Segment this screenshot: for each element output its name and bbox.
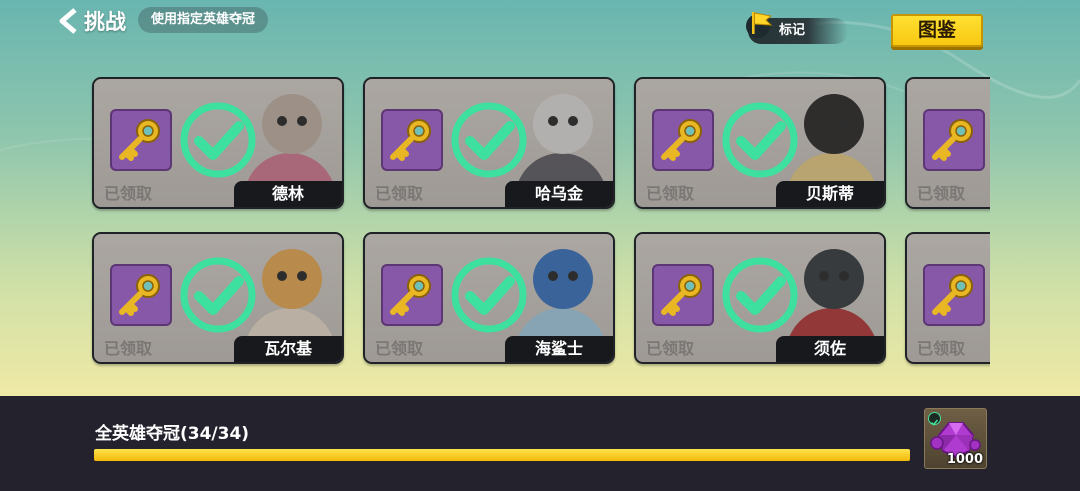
key-reward-icon [652,109,714,171]
key-reward-icon [923,264,985,326]
challenge-card[interactable]: 已领取 瓦尔基 [92,232,344,364]
challenge-card[interactable]: 已领取 [905,232,990,364]
challenge-card[interactable]: 已领取 哈乌金 [363,77,615,209]
hero-name: 须佐 [776,336,884,362]
key-reward-icon [110,264,172,326]
claimed-label: 已领取 [646,184,695,203]
claimed-label: 已领取 [375,184,424,203]
key-reward-icon [381,109,443,171]
challenge-card[interactable]: 已领取 贝斯蒂 [634,77,886,209]
reward-item[interactable]: 1000 [924,408,987,469]
hero-name: 瓦尔基 [234,336,342,362]
claimed-label: 已领取 [104,184,153,203]
challenge-card[interactable]: 已领取 须佐 [634,232,886,364]
claimed-label: 已领取 [375,339,424,358]
completed-check-icon [722,102,798,178]
claimed-label: 已领取 [104,339,153,358]
reward-quantity: 1000 [946,452,983,467]
key-reward-icon [110,109,172,171]
key-reward-icon [381,264,443,326]
goal-progress-bar [94,449,910,461]
challenge-grid: 已领取 德林 已领取 哈乌金 已领取 贝斯蒂 已领取 已领取 瓦尔基 已领取 海… [0,0,990,395]
claimed-label: 已领取 [917,184,966,203]
key-reward-icon [923,109,985,171]
challenge-card[interactable]: 已领取 海鲨士 [363,232,615,364]
completed-check-icon [180,257,256,333]
completed-check-icon [451,257,527,333]
hero-name: 德林 [234,181,342,207]
claimed-label: 已领取 [917,339,966,358]
hero-name: 哈乌金 [505,181,613,207]
completed-check-icon [180,102,256,178]
goal-label: 全英雄夺冠(34/34) [95,424,250,444]
goal-progress-fill [94,449,910,461]
goal-panel: 全英雄夺冠(34/34) 1000 [0,396,1080,491]
completed-check-icon [451,102,527,178]
claimed-label: 已领取 [646,339,695,358]
hero-name: 贝斯蒂 [776,181,884,207]
completed-check-icon [722,257,798,333]
challenge-card[interactable]: 已领取 德林 [92,77,344,209]
challenge-card[interactable]: 已领取 [905,77,990,209]
key-reward-icon [652,264,714,326]
hero-name: 海鲨士 [505,336,613,362]
